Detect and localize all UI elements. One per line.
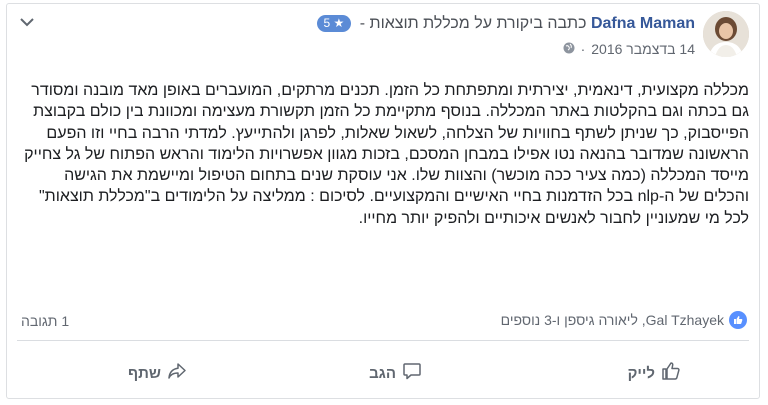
post-header: Dafna Maman כתבה ביקורת על מכללת תוצאות … (316, 14, 695, 34)
comment-label: הגב (369, 364, 396, 382)
comment-button[interactable]: הגב (369, 357, 422, 389)
post-date[interactable]: 14 בדצמבר 2016 (591, 41, 695, 57)
share-arrow-icon (167, 361, 187, 385)
author-name[interactable]: Dafna Maman (591, 15, 695, 32)
reactions-summary[interactable]: Gal Tzhayek, ליאורה גיספן ו-3 נוספים (501, 311, 747, 329)
like-reaction-icon (729, 311, 747, 329)
chevron-down-icon[interactable] (15, 10, 39, 34)
review-post-card: Dafna Maman כתבה ביקורת על מכללת תוצאות … (6, 3, 760, 399)
comments-count[interactable]: 1 תגובה (21, 313, 69, 329)
share-label: שתף (128, 364, 161, 382)
reactions-text[interactable]: Gal Tzhayek, ליאורה גיספן ו-3 נוספים (501, 312, 724, 328)
review-body: מכללה מקצועית, דינאמית, יצירתית ומתפתחת … (24, 82, 749, 227)
rating-badge[interactable]: 5 ★ (316, 15, 352, 32)
avatar[interactable] (703, 11, 749, 57)
post-meta: 14 בדצמבר 2016 · (563, 41, 695, 57)
review-action-text: כתבה ביקורת על מכללת תוצאות - (359, 15, 587, 32)
divider (17, 340, 749, 341)
thumbs-up-icon (661, 361, 681, 385)
like-label: לייק (627, 364, 655, 382)
share-button[interactable]: שתף (128, 357, 187, 389)
comment-icon (402, 361, 422, 385)
globe-icon (563, 41, 575, 57)
like-button[interactable]: לייק (628, 357, 681, 389)
